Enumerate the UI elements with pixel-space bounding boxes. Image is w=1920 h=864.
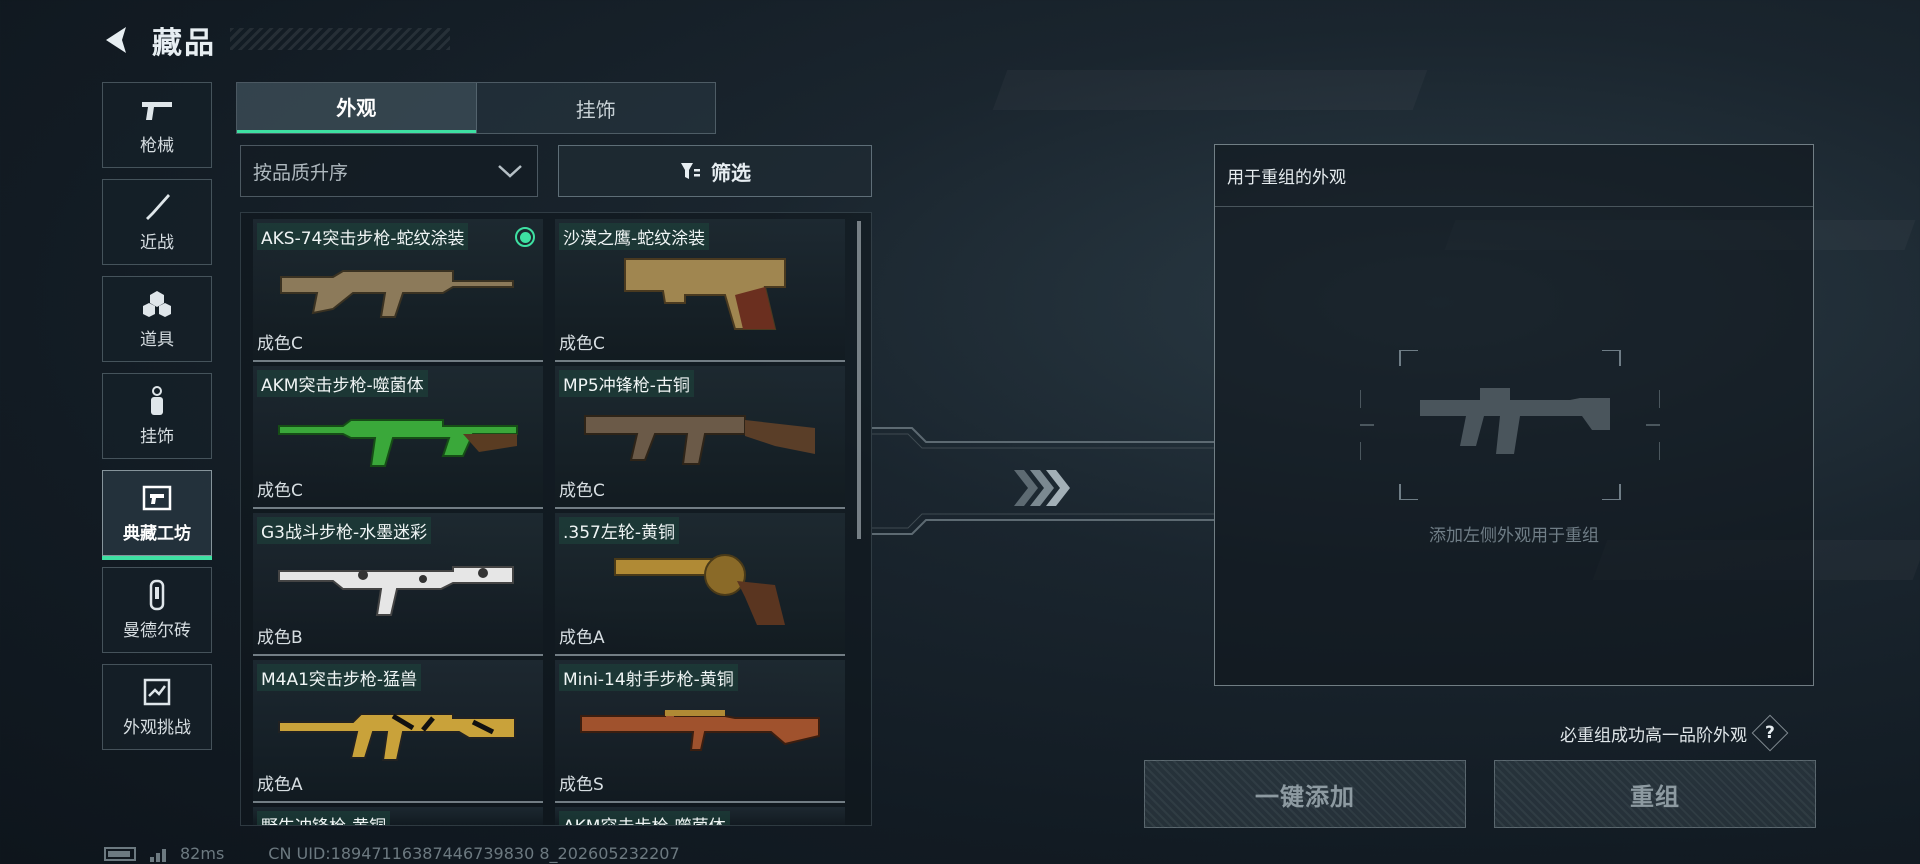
grid-scrollbar[interactable] <box>857 221 861 539</box>
skin-name: Mini-14射手步枪-黄铜 <box>559 664 738 691</box>
sidebar-item-workshop[interactable]: 典藏工坊 <box>102 470 212 560</box>
sidebar-item-charms[interactable]: 挂饰 <box>102 373 212 459</box>
skin-name: AKS-74突击步枪-蛇纹涂装 <box>257 223 469 250</box>
help-icon: ? <box>1765 723 1775 743</box>
back-button[interactable] <box>100 23 134 57</box>
skin-card[interactable]: MP5冲锋枪-古铜 成色C <box>555 366 845 509</box>
header: 藏品 <box>100 18 216 62</box>
sidebar-item-label: 典藏工坊 <box>123 523 191 544</box>
sidebar-item-label: 外观挑战 <box>123 717 191 738</box>
skin-grid-panel: AKS-74突击步枪-蛇纹涂装 成色C 沙漠之鹰-蛇纹涂装 成色C AKM突击步… <box>240 212 872 826</box>
skin-card[interactable]: 野牛冲锋枪-黄铜 <box>253 807 543 825</box>
filter-button[interactable]: 筛选 <box>558 145 872 197</box>
skin-card[interactable]: .357左轮-黄铜 成色A <box>555 513 845 656</box>
recombine-slot[interactable] <box>1359 349 1661 501</box>
title-decoration <box>230 28 450 50</box>
skin-card[interactable]: Mini-14射手步枪-黄铜 成色S <box>555 660 845 803</box>
pistol-icon <box>624 258 786 330</box>
skin-grade: 成色C <box>559 334 605 354</box>
skin-name: 沙漠之鹰-蛇纹涂装 <box>559 223 710 250</box>
skin-card[interactable]: AKM突击步枪-噬菌体 <box>555 807 845 825</box>
chevron-down-icon <box>498 165 522 178</box>
sidebar-item-guns[interactable]: 枪械 <box>102 82 212 168</box>
skin-grade: 成色A <box>559 628 605 648</box>
rifle-placeholder-icon <box>1359 349 1661 501</box>
skin-grade: 成色C <box>559 481 605 501</box>
grenade-cluster-icon <box>140 289 174 319</box>
rifle-icon <box>280 270 514 318</box>
revolver-icon <box>614 554 785 625</box>
sidebar-item-label: 道具 <box>140 329 174 350</box>
latency: 82ms <box>180 844 225 863</box>
skin-card[interactable]: M4A1突击步枪-猛兽 成色A <box>253 660 543 803</box>
uid-text: CN UID:18947116387446739830 8_2026052322… <box>268 844 680 863</box>
back-arrow-icon <box>106 27 126 53</box>
skin-name: M4A1突击步枪-猛兽 <box>257 664 422 691</box>
tab-skins[interactable]: 外观 <box>237 83 476 133</box>
rifle-icon <box>278 713 516 761</box>
recombine-panel: 用于重组的外观 添加左侧外观用于重组 <box>1214 144 1814 686</box>
status-bar: 82ms CN UID:18947116387446739830 8_20260… <box>104 844 680 863</box>
skin-name: AKM突击步枪-噬菌体 <box>559 811 730 825</box>
sidebar-item-label: 挂饰 <box>140 426 174 447</box>
sidebar: 枪械 近战 道具 挂饰 典藏工坊 曼德尔砖 外观挑战 <box>102 82 212 761</box>
skin-grade: 成色B <box>257 628 303 648</box>
rifle-icon <box>278 566 514 616</box>
pistol-icon <box>140 95 174 125</box>
skin-name: G3战斗步枪-水墨迷彩 <box>257 517 432 544</box>
recombine-info-text: 必重组成功高一品阶外观 <box>1560 725 1747 746</box>
knife-icon <box>140 192 174 222</box>
sort-label: 按品质升序 <box>253 161 349 184</box>
add-all-label: 一键添加 <box>1255 782 1355 811</box>
workshop-icon <box>140 483 174 513</box>
skin-grid: AKS-74突击步枪-蛇纹涂装 成色C 沙漠之鹰-蛇纹涂装 成色C AKM突击步… <box>253 219 849 825</box>
sidebar-item-challenge[interactable]: 外观挑战 <box>102 664 212 750</box>
add-all-button[interactable]: 一键添加 <box>1144 760 1466 828</box>
recombine-slot-hint: 添加左侧外观用于重组 <box>1429 526 1599 546</box>
skin-card[interactable]: G3战斗步枪-水墨迷彩 成色B <box>253 513 543 656</box>
chevron-right-triple-icon <box>1014 470 1070 506</box>
sort-dropdown[interactable]: 按品质升序 <box>240 145 538 197</box>
sidebar-item-props[interactable]: 道具 <box>102 276 212 362</box>
selected-indicator-icon <box>515 227 535 247</box>
recombine-panel-title: 用于重组的外观 <box>1215 145 1813 207</box>
brick-icon <box>140 579 174 610</box>
skin-name: MP5冲锋枪-古铜 <box>559 370 694 397</box>
tab-charms[interactable]: 挂饰 <box>475 83 715 133</box>
skin-grade: 成色C <box>257 481 303 501</box>
sidebar-item-label: 曼德尔砖 <box>123 620 191 641</box>
skin-name: AKM突击步枪-噬菌体 <box>257 370 428 397</box>
skin-grade: 成色C <box>257 334 303 354</box>
recombine-button[interactable]: 重组 <box>1494 760 1816 828</box>
skin-card[interactable]: 沙漠之鹰-蛇纹涂装 成色C <box>555 219 845 362</box>
skin-card[interactable]: AKM突击步枪-噬菌体 成色C <box>253 366 543 509</box>
sidebar-item-mandel-brick[interactable]: 曼德尔砖 <box>102 567 212 653</box>
skin-grade: 成色S <box>559 775 604 795</box>
filter-label: 筛选 <box>711 160 751 185</box>
page-title: 藏品 <box>152 26 216 61</box>
recombine-info: 必重组成功高一品阶外观 ? <box>1560 714 1789 752</box>
battery-icon <box>104 846 136 861</box>
signal-icon <box>150 846 166 862</box>
rifle-icon <box>580 710 820 751</box>
rifle-icon <box>278 419 518 467</box>
sidebar-item-label: 枪械 <box>140 135 174 156</box>
smg-icon <box>584 415 815 465</box>
sidebar-item-label: 近战 <box>140 232 174 253</box>
challenge-icon <box>140 677 174 707</box>
sidebar-item-melee[interactable]: 近战 <box>102 179 212 265</box>
skin-name: .357左轮-黄铜 <box>559 517 679 544</box>
skin-card[interactable]: AKS-74突击步枪-蛇纹涂装 成色C <box>253 219 543 362</box>
keychain-icon <box>140 385 174 416</box>
recombine-label: 重组 <box>1630 782 1680 811</box>
skin-grade: 成色A <box>257 775 303 795</box>
category-tabs: 外观 挂饰 <box>236 82 716 134</box>
skin-name: 野牛冲锋枪-黄铜 <box>257 811 391 825</box>
filter-icon <box>681 163 700 179</box>
help-button[interactable]: ? <box>1751 714 1789 752</box>
